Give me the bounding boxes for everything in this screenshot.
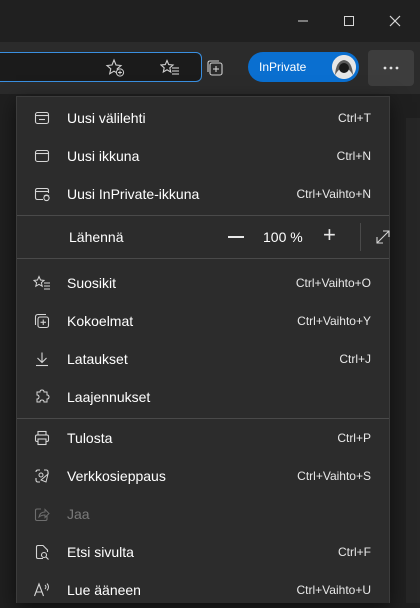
favorites-icon (160, 59, 179, 75)
menu-item-label: Etsi sivulta (67, 544, 134, 560)
fullscreen-icon (376, 230, 390, 244)
menu-item-label: Kokoelmat (67, 313, 134, 329)
menu-item-print[interactable]: Tulosta Ctrl+P (17, 420, 389, 456)
zoom-value: 100 % (263, 229, 303, 245)
collections-button[interactable] (203, 56, 227, 80)
menu-item-label: Laajennukset (67, 389, 151, 405)
menu-item-extensions[interactable]: Laajennukset (17, 379, 389, 415)
zoom-separator (360, 223, 361, 251)
menu-item-shortcut: Ctrl+Vaihto+S (297, 469, 371, 483)
menu-item-shortcut: Ctrl+P (337, 431, 371, 445)
menu-item-label: Uusi InPrivate-ikkuna (67, 186, 200, 202)
favorites-icon (33, 274, 51, 292)
menu-item-label: Tulosta (67, 430, 113, 446)
close-icon (389, 15, 401, 27)
fullscreen-button[interactable] (374, 228, 392, 246)
menu-item-shortcut: Ctrl+Vaihto+N (296, 187, 371, 201)
menu-item-new-tab[interactable]: Uusi välilehti Ctrl+T (17, 100, 389, 136)
menu-item-find-on-page[interactable]: Etsi sivulta Ctrl+F (17, 534, 389, 570)
menu-divider (17, 258, 389, 259)
menu-divider (17, 418, 389, 419)
extensions-icon (33, 388, 51, 406)
menu-item-label: Jaa (67, 506, 90, 522)
find-on-page-icon (33, 543, 51, 561)
favorites-button[interactable] (158, 56, 182, 80)
menu-item-new-window[interactable]: Uusi ikkuna Ctrl+N (17, 138, 389, 174)
menu-item-label: Uusi välilehti (67, 110, 146, 126)
close-button[interactable] (372, 0, 418, 42)
menu-item-zoom: Lähennä 100 % + (17, 219, 392, 255)
share-icon (33, 505, 51, 523)
menu-item-label: Lataukset (67, 351, 128, 367)
menu-item-shortcut: Ctrl+N (336, 149, 371, 163)
star-add-icon (105, 58, 125, 77)
read-aloud-icon (33, 581, 51, 599)
menu-divider (17, 215, 389, 216)
menu-item-collections[interactable]: Kokoelmat Ctrl+Vaihto+Y (17, 303, 389, 339)
inprivate-window-icon (33, 185, 51, 203)
menu-item-shortcut: Ctrl+T (338, 111, 371, 125)
menu-item-label: Uusi ikkuna (67, 148, 140, 164)
new-tab-icon (33, 109, 51, 127)
menu-item-shortcut: Ctrl+Vaihto+U (296, 583, 371, 597)
zoom-in-button[interactable]: + (323, 222, 336, 248)
download-icon (33, 350, 51, 368)
maximize-button[interactable] (326, 0, 372, 42)
print-icon (33, 429, 51, 447)
web-capture-icon (33, 467, 51, 485)
inprivate-avatar-icon (332, 55, 356, 79)
menu-item-downloads[interactable]: Lataukset Ctrl+J (17, 341, 389, 377)
avatar (332, 55, 356, 79)
page-background (406, 118, 420, 603)
menu-item-web-capture[interactable]: Verkkosieppaus Ctrl+Vaihto+S (17, 458, 389, 494)
menu-item-shortcut: Ctrl+Vaihto+O (295, 276, 371, 290)
menu-item-favorites[interactable]: Suosikit Ctrl+Vaihto+O (17, 265, 389, 301)
browser-toolbar: InPrivate (0, 42, 420, 94)
inprivate-profile-button[interactable]: InPrivate (248, 52, 359, 82)
add-to-favorites-button[interactable] (103, 56, 127, 80)
collections-icon (33, 312, 51, 330)
menu-item-new-inprivate-window[interactable]: Uusi InPrivate-ikkuna Ctrl+Vaihto+N (17, 176, 389, 212)
settings-menu: Uusi välilehti Ctrl+T Uusi ikkuna Ctrl+N… (16, 96, 390, 603)
collections-icon (207, 60, 223, 76)
more-dots-icon (383, 66, 399, 70)
settings-and-more-button[interactable] (368, 50, 414, 86)
menu-item-shortcut: Ctrl+F (338, 545, 371, 559)
maximize-icon (344, 16, 354, 26)
menu-item-label: Suosikit (67, 275, 117, 291)
new-window-icon (33, 147, 51, 165)
inprivate-label: InPrivate (259, 60, 307, 74)
menu-item-share: Jaa (17, 496, 389, 532)
menu-item-label: Lue ääneen (67, 582, 141, 598)
title-bar (0, 0, 420, 42)
minimize-icon (298, 20, 308, 22)
minimize-button[interactable] (280, 0, 326, 42)
menu-item-label: Verkkosieppaus (67, 468, 166, 484)
menu-item-shortcut: Ctrl+Vaihto+Y (297, 314, 371, 328)
zoom-out-button[interactable] (228, 236, 244, 238)
zoom-label: Lähennä (69, 229, 124, 245)
menu-item-shortcut: Ctrl+J (339, 352, 371, 366)
